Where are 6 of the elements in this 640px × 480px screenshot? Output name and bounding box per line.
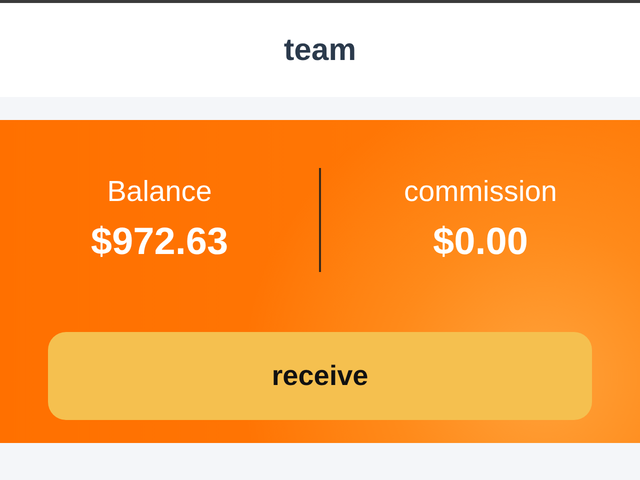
stat-label: commission: [404, 176, 558, 209]
receive-button[interactable]: receive: [48, 332, 592, 420]
stat-label: Balance: [107, 176, 212, 209]
stat-value: $0.00: [432, 221, 528, 264]
stat-value: $972.63: [90, 221, 228, 264]
page-title: team: [284, 32, 356, 68]
